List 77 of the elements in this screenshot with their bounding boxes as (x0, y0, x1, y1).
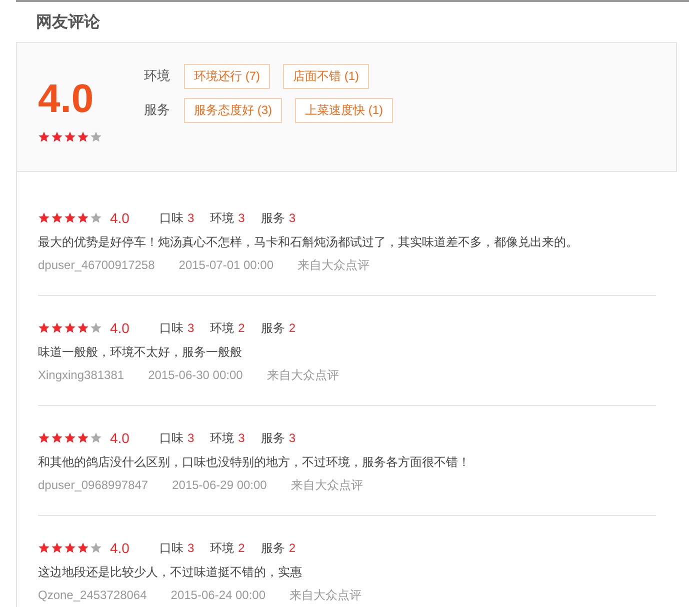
star-icon (38, 432, 50, 444)
tag[interactable]: 环境还行 (7) (184, 64, 270, 88)
review-source: 来自大众点评 (290, 588, 362, 602)
star-icon (77, 432, 89, 444)
tag[interactable]: 服务态度好 (3) (184, 98, 282, 122)
tag[interactable]: 店面不错 (1) (283, 64, 369, 88)
star-icon (64, 322, 76, 334)
score-label: 口味 (159, 540, 184, 554)
star-icon (90, 542, 102, 554)
star-icon (51, 212, 63, 224)
score-value: 2 (288, 320, 296, 334)
star-icon (51, 542, 63, 554)
score-label: 环境 (210, 210, 234, 224)
average-rating: 4.0 (38, 77, 95, 121)
username: Qzone_2453728064 (38, 588, 147, 602)
score-label: 服务 (260, 540, 285, 554)
review-rating: 4.0 (110, 430, 130, 446)
star-icon (64, 131, 76, 143)
score-value: 3 (187, 540, 194, 554)
star-icon (51, 322, 63, 334)
username: dpuser_46700917258 (38, 258, 155, 272)
tag-category: 服务 (144, 101, 170, 119)
score-label: 环境 (210, 320, 234, 334)
score-label: 环境 (210, 540, 234, 554)
star-icon (51, 432, 63, 444)
star-icon (77, 542, 89, 554)
star-icon (90, 432, 102, 444)
review-text: 和其他的鸽店没什么区别，口味也没特别的地方，不过环境，服务各方面很不错！ (38, 454, 471, 471)
review-rating: 4.0 (110, 210, 130, 226)
tag-category: 环境 (144, 67, 170, 85)
review-text: 最大的优势是好停车！炖汤真心不怎样，马卡和石斛炖汤都试过了，其实味道差不多，都像兑出来的。 (38, 234, 579, 251)
score-value: 3 (187, 210, 194, 224)
score-label: 口味 (159, 210, 184, 224)
score-value: 3 (238, 210, 245, 224)
star-icon (64, 432, 76, 444)
review-rating: 4.0 (110, 320, 130, 336)
score-label: 服务 (260, 210, 285, 224)
star-icon (64, 212, 76, 224)
username: Xingxing381381 (38, 368, 124, 382)
score-label: 服务 (260, 320, 285, 334)
username: dpuser_0968997847 (38, 478, 148, 492)
star-icon (38, 322, 50, 334)
review-text: 这边地段还是比较少人，不过味道挺不错的，实惠 (38, 564, 303, 581)
score-value: 2 (288, 540, 296, 554)
score-value: 3 (288, 430, 296, 444)
score-value: 2 (238, 320, 245, 334)
star-icon (38, 542, 50, 554)
review-source: 来自大众点评 (266, 368, 339, 382)
star-icon (90, 212, 102, 224)
tag[interactable]: 上菜速度快 (1) (295, 98, 393, 122)
score-value: 3 (238, 430, 245, 444)
score-label: 服务 (260, 430, 285, 444)
review-rating: 4.0 (110, 540, 130, 556)
score-value: 3 (288, 210, 296, 224)
score-value: 3 (187, 430, 194, 444)
review-source: 来自大众点评 (290, 478, 363, 492)
score-label: 环境 (210, 430, 234, 444)
star-icon (90, 322, 102, 334)
score-label: 口味 (159, 430, 184, 444)
review-text: 味道一般般，环境不太好，服务一般般 (38, 344, 243, 361)
star-icon (38, 131, 50, 143)
review-date: 2015-06-29 00:00 (172, 478, 267, 492)
star-icon (64, 542, 76, 554)
star-icon (77, 131, 89, 143)
score-value: 2 (238, 540, 245, 554)
star-icon (51, 131, 63, 143)
review-source: 来自大众点评 (298, 258, 370, 272)
section-title: 网友评论 (35, 12, 101, 33)
star-icon (77, 322, 89, 334)
review-date: 2015-07-01 00:00 (178, 258, 274, 272)
star-icon (77, 212, 89, 224)
score-label: 口味 (159, 320, 184, 334)
review-date: 2015-06-24 00:00 (170, 588, 266, 602)
star-icon (38, 212, 50, 224)
review-date: 2015-06-30 00:00 (148, 368, 243, 382)
star-icon (90, 131, 102, 143)
score-value: 3 (187, 320, 194, 334)
